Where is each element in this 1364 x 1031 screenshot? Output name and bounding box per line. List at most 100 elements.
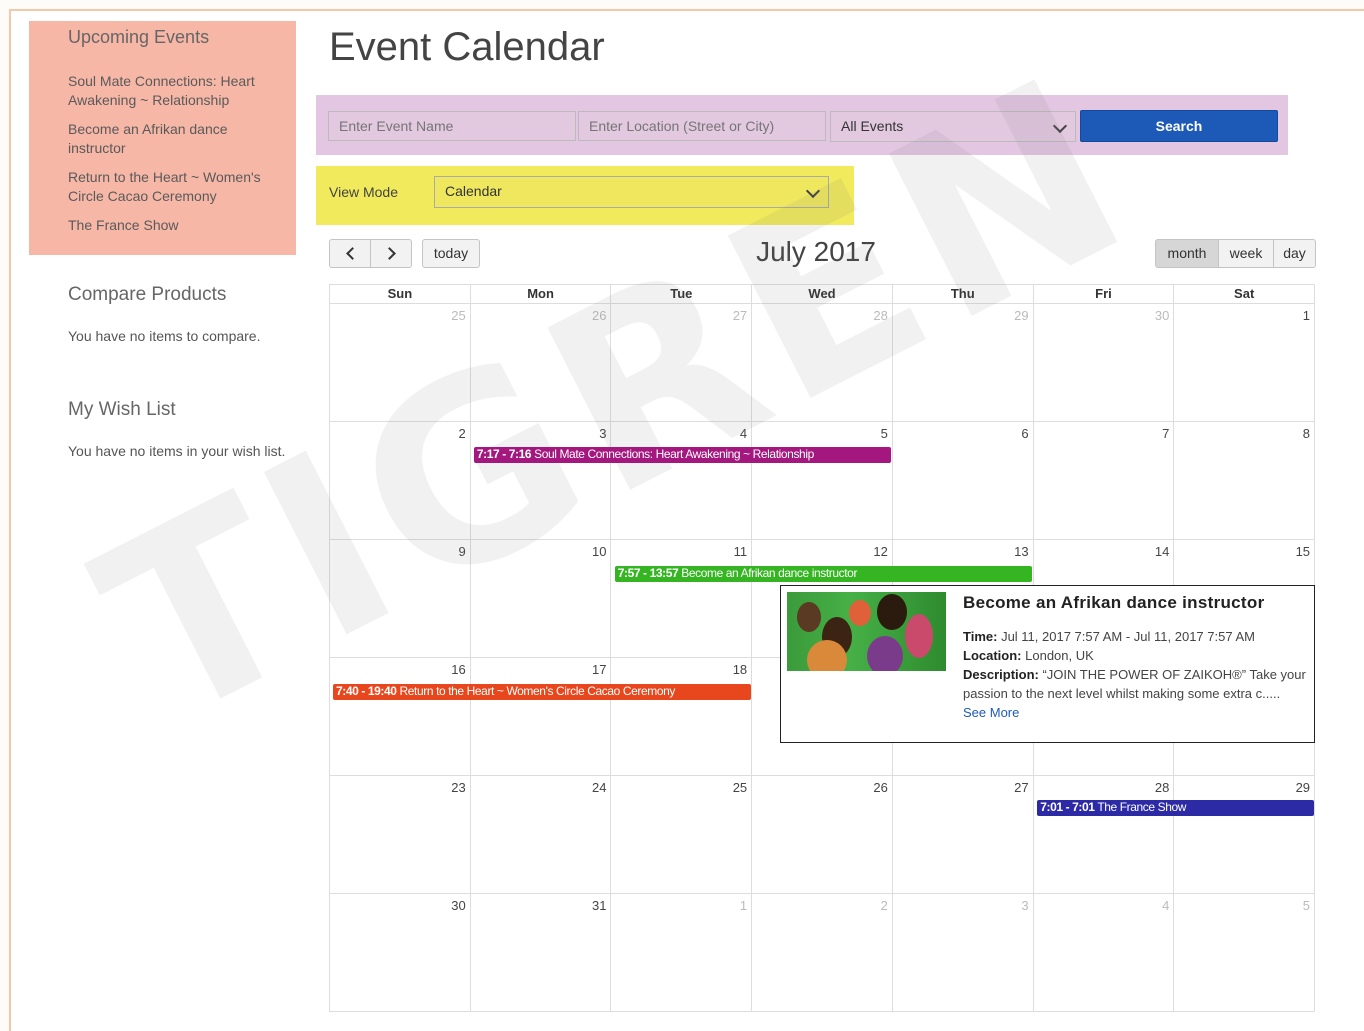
event-location-row: Location: London, UK [963,646,1308,665]
calendar-day-cell[interactable]: 16 [330,658,471,775]
event-time: 7:01 - 7:01 [1040,800,1095,814]
event-search-bar: All Events Search [316,95,1288,155]
day-number: 24 [591,780,607,795]
event-popup: Become an Afrikan dance instructor Time:… [780,585,1315,743]
calendar-event-bar[interactable]: 7:17 - 7:16 Soul Mate Connections: Heart… [473,447,892,463]
calendar-day-cell[interactable]: 4 [611,422,753,539]
calendar-day-cell[interactable]: 24 [471,776,612,893]
day-number: 23 [451,780,466,795]
calendar-day-cell[interactable]: 25 [611,776,753,893]
calendar-day-cell[interactable]: 7 [1034,422,1175,539]
weekday-label: Wed [751,285,892,303]
day-number: 7 [1162,426,1170,441]
calendar-day-cell[interactable]: 9 [330,540,471,657]
calendar-week-row: 23 24 25 26 27 28 29 7:01 - 7:01 The France Sho… [329,776,1316,894]
day-number: 10 [591,544,607,559]
day-number: 27 [1014,780,1029,795]
calendar-day-cell[interactable]: 28 [752,304,893,421]
upcoming-event-link[interactable]: Become an Afrikan dance instructor [68,120,283,158]
calendar-day-cell[interactable]: 17 [471,658,612,775]
event-category-select[interactable]: All Events [830,111,1076,142]
upcoming-events-list: Soul Mate Connections: Heart Awakening ~… [68,72,283,245]
today-button[interactable]: today [422,239,480,268]
see-more-link[interactable]: See More [963,703,1308,722]
chevron-down-icon [1052,118,1068,134]
event-name-input[interactable] [328,111,576,141]
day-number: 13 [1014,544,1029,559]
calendar-day-cell[interactable]: 1 [611,894,753,1011]
calendar-day-cell[interactable]: 29 [893,304,1034,421]
view-mode-select[interactable]: Calendar [434,176,829,208]
search-button[interactable]: Search [1080,110,1278,142]
calendar-day-cell[interactable]: 29 [1174,776,1316,893]
calendar-day-cell[interactable]: 27 [893,776,1034,893]
calendar-day-cell[interactable]: 28 [1034,776,1175,893]
chevron-left-icon [345,247,359,260]
calendar-day-cell[interactable]: 26 [752,776,893,893]
event-popup-details: Time: Jul 11, 2017 7:57 AM - Jul 11, 201… [963,627,1308,722]
calendar-day-cell[interactable]: 27 [611,304,753,421]
calendar-day-cell[interactable]: 23 [330,776,471,893]
day-number: 28 [1154,780,1170,795]
weekday-label: Fri [1032,285,1174,303]
upcoming-event-link[interactable]: The France Show [68,216,283,235]
event-category-value: All Events [841,118,904,134]
calendar-event-bar[interactable]: 7:57 - 13:57 Become an Afrikan dance ins… [614,566,1033,582]
next-month-button[interactable] [370,239,412,268]
day-number: 5 [1302,898,1311,913]
view-mode-bar: View Mode Calendar [316,166,854,225]
calendar-day-cell[interactable]: 6 [893,422,1034,539]
calendar-day-cell[interactable]: 11 [611,540,753,657]
event-time-row: Time: Jul 11, 2017 7:57 AM - Jul 11, 201… [963,627,1308,646]
calendar-day-cell[interactable]: 2 [752,894,893,1011]
day-number: 27 [732,308,748,323]
location-input[interactable] [578,111,826,141]
calendar-day-cell[interactable]: 31 [471,894,612,1011]
calendar-day-cell[interactable]: 3 [471,422,612,539]
day-number: 14 [1154,544,1170,559]
day-number: 5 [880,426,888,441]
calendar-day-cell[interactable]: 5 [1174,894,1316,1011]
weekday-label: Tue [610,285,751,303]
week-view-button[interactable]: week [1218,239,1274,268]
day-number: 31 [591,898,607,913]
day-number: 28 [873,308,888,323]
chevron-right-icon [382,247,396,260]
month-view-button[interactable]: month [1155,239,1219,268]
calendar-day-cell[interactable]: 4 [1034,894,1175,1011]
calendar-day-cell[interactable]: 8 [1174,422,1316,539]
day-number: 18 [732,662,748,677]
prev-month-button[interactable] [329,239,371,268]
calendar-week-row: 30 31 1 2 3 4 5 [329,894,1316,1012]
event-title: Return to the Heart ~ Women's Circle Cac… [399,684,676,698]
calendar-day-cell[interactable]: 26 [471,304,612,421]
upcoming-event-link[interactable]: Return to the Heart ~ Women's Circle Cac… [68,168,283,206]
day-view-button[interactable]: day [1273,239,1316,268]
event-time: 7:17 - 7:16 [476,447,532,461]
calendar-day-cell[interactable]: 25 [330,304,471,421]
calendar-day-cell[interactable]: 3 [893,894,1034,1011]
day-number: 3 [1021,898,1029,913]
calendar-day-cell[interactable]: 5 [752,422,893,539]
day-number: 30 [451,898,466,913]
day-number: 16 [451,662,466,677]
compare-products-text: You have no items to compare. [68,328,261,344]
event-title: The France Show [1097,800,1187,814]
upcoming-event-link[interactable]: Soul Mate Connections: Heart Awakening ~… [68,72,283,110]
wish-list-block: My Wish List You have no items in your w… [68,399,308,459]
day-number: 2 [458,426,466,441]
calendar-event-bar[interactable]: 7:40 - 19:40 Return to the Heart ~ Women… [333,684,751,700]
calendar-event-bar[interactable]: 7:01 - 7:01 The France Show [1037,800,1314,816]
calendar-day-cell[interactable]: 30 [330,894,471,1011]
day-number: 29 [1014,308,1029,323]
calendar-day-cell[interactable]: 30 [1034,304,1175,421]
day-number: 1 [739,898,748,913]
calendar-day-cell[interactable]: 10 [471,540,612,657]
calendar-day-cell[interactable]: 2 [330,422,471,539]
day-number: 17 [591,662,607,677]
calendar-day-cell[interactable]: 18 [611,658,753,775]
calendar-day-cell[interactable]: 1 [1174,304,1316,421]
weekday-label: Sun [387,286,413,301]
weekday-label: Thu [891,285,1033,303]
day-number: 26 [873,780,888,795]
